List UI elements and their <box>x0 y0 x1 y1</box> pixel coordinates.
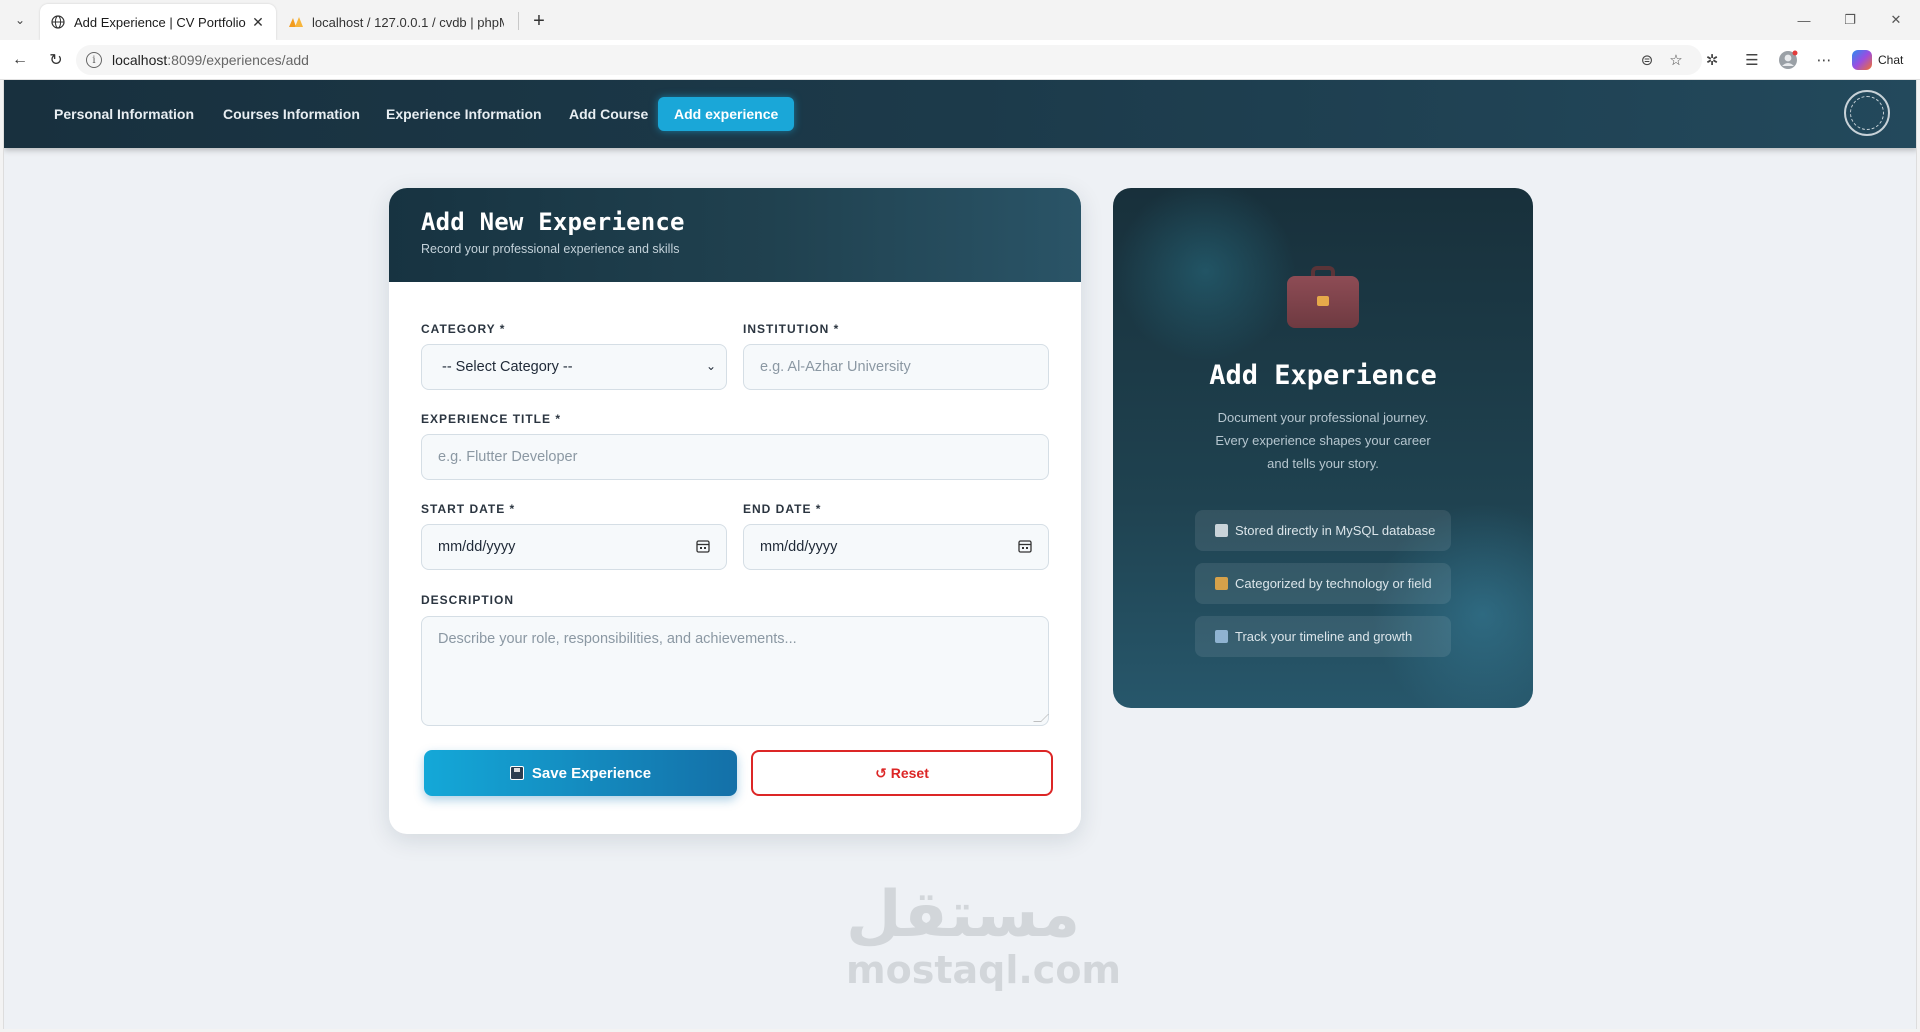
form-header: Add New Experience Record your professio… <box>389 188 1081 282</box>
nav-add-experience[interactable]: Add experience <box>658 97 795 131</box>
feature-item-categorized: Categorized by technology or field <box>1195 563 1451 604</box>
feature-item-mysql: Stored directly in MySQL database <box>1195 510 1451 551</box>
institution-placeholder: e.g. Al-Azhar University <box>760 359 911 375</box>
translate-icon[interactable]: ⊜ <box>1637 50 1657 70</box>
url-path: :8099/experiences/add <box>167 52 309 68</box>
info-side-panel: Add Experience Document your professiona… <box>1113 188 1533 708</box>
description-label: DESCRIPTION <box>421 593 515 607</box>
checkbox-icon <box>1215 524 1228 537</box>
more-options-icon[interactable]: ⋯ <box>1814 50 1834 70</box>
institution-input[interactable]: e.g. Al-Azhar University <box>743 344 1049 390</box>
browser-tab-bar: ⌄ Add Experience | CV Portfolio ✕ localh… <box>0 0 1920 40</box>
refresh-icon[interactable]: ↻ <box>44 48 68 72</box>
side-panel-title: Add Experience <box>1209 360 1437 391</box>
feature-label: Track your timeline and growth <box>1235 629 1413 644</box>
tab-title: localhost / 127.0.0.1 / cvdb | phpM <box>312 14 504 30</box>
folder-icon <box>1215 577 1228 590</box>
calendar-icon[interactable] <box>696 539 710 553</box>
close-tab-icon[interactable]: ✕ <box>250 14 266 31</box>
tab-list-chevron-icon[interactable]: ⌄ <box>8 9 32 31</box>
url-host: localhost <box>112 52 168 68</box>
resize-handle-icon[interactable] <box>1033 714 1049 722</box>
floppy-disk-icon <box>509 766 524 780</box>
end-date-value: mm/dd/yyyy <box>760 539 838 555</box>
start-date-input[interactable]: mm/dd/yyyy <box>421 524 727 570</box>
watermark-latin: mostaql.com <box>846 948 1122 992</box>
profile-avatar-icon[interactable] <box>1778 50 1798 70</box>
new-tab-plus-icon[interactable]: + <box>526 8 552 34</box>
description-placeholder: Describe your role, responsibilities, an… <box>438 631 797 647</box>
feature-item-timeline: Track your timeline and growth <box>1195 616 1451 657</box>
experience-title-label: EXPERIENCE TITLE * <box>421 412 562 426</box>
address-bar-row: ← ↻ i localhost:8099/experiences/add ⊜ ☆… <box>0 40 1920 80</box>
window-close-icon[interactable]: ✕ <box>1876 8 1916 32</box>
add-experience-form-card: Add New Experience Record your professio… <box>389 188 1081 834</box>
url-input[interactable]: i localhost:8099/experiences/add <box>76 45 1702 75</box>
watermark-arabic: مستقل <box>846 878 1081 952</box>
category-selected-value: -- Select Category -- <box>442 359 573 375</box>
start-date-value: mm/dd/yyyy <box>438 539 516 555</box>
nav-personal-information[interactable]: Personal Information <box>38 97 210 131</box>
category-select[interactable]: -- Select Category -- ⌄ <box>421 344 727 390</box>
save-button-label: Save Experience <box>531 764 652 782</box>
calendar-icon[interactable] <box>1018 539 1032 553</box>
university-seal-logo <box>1844 90 1890 136</box>
favorite-star-icon[interactable]: ☆ <box>1666 50 1686 70</box>
chevron-down-icon: ⌄ <box>705 359 716 373</box>
copilot-icon <box>1852 50 1872 70</box>
experience-title-input[interactable]: e.g. Flutter Developer <box>421 434 1049 480</box>
tab-divider <box>518 12 519 30</box>
app-navbar: Personal Information Courses Information… <box>4 80 1916 148</box>
end-date-input[interactable]: mm/dd/yyyy <box>743 524 1049 570</box>
browser-tab-active[interactable]: Add Experience | CV Portfolio ✕ <box>40 4 276 40</box>
nav-experience-information[interactable]: Experience Information <box>370 97 558 131</box>
extensions-icon[interactable]: ✲ <box>1702 50 1722 70</box>
form-title: Add New Experience <box>421 208 685 236</box>
form-subtitle: Record your professional experience and … <box>421 242 680 256</box>
institution-label: INSTITUTION * <box>743 322 840 336</box>
category-label: CATEGORY * <box>421 322 506 336</box>
end-date-label: END DATE * <box>743 502 822 516</box>
nav-courses-information[interactable]: Courses Information <box>207 97 376 131</box>
favorites-list-icon[interactable]: ☰ <box>1742 50 1762 70</box>
reset-button[interactable]: ↺ Reset <box>751 750 1053 796</box>
tab-title: Add Experience | CV Portfolio <box>74 14 246 30</box>
save-experience-button[interactable]: Save Experience <box>424 750 737 796</box>
reset-button-label: ↺ Reset <box>875 764 929 781</box>
nav-add-course[interactable]: Add Course <box>553 97 664 131</box>
mostaql-watermark: مستقل mostaql.com <box>846 878 1122 992</box>
description-textarea[interactable]: Describe your role, responsibilities, an… <box>421 616 1049 726</box>
briefcase-icon <box>1287 266 1359 328</box>
page-viewport: Personal Information Courses Information… <box>3 80 1917 1029</box>
minimize-icon[interactable]: — <box>1784 8 1824 32</box>
phpmyadmin-icon <box>288 14 304 30</box>
side-panel-text: Document your professional journey. Ever… <box>1215 410 1431 471</box>
feature-label: Categorized by technology or field <box>1235 576 1432 591</box>
calendar-icon <box>1215 630 1228 643</box>
back-arrow-icon[interactable]: ← <box>8 48 32 72</box>
globe-icon <box>50 14 66 30</box>
browser-tab[interactable]: localhost / 127.0.0.1 / cvdb | phpM <box>278 4 514 40</box>
experience-title-placeholder: e.g. Flutter Developer <box>438 449 578 465</box>
copilot-chat-button[interactable]: Chat <box>1852 48 1903 72</box>
chat-label: Chat <box>1878 53 1904 67</box>
site-info-icon[interactable]: i <box>86 52 102 68</box>
start-date-label: START DATE * <box>421 502 516 516</box>
feature-label: Stored directly in MySQL database <box>1235 523 1436 538</box>
restore-icon[interactable]: ❐ <box>1830 8 1870 32</box>
